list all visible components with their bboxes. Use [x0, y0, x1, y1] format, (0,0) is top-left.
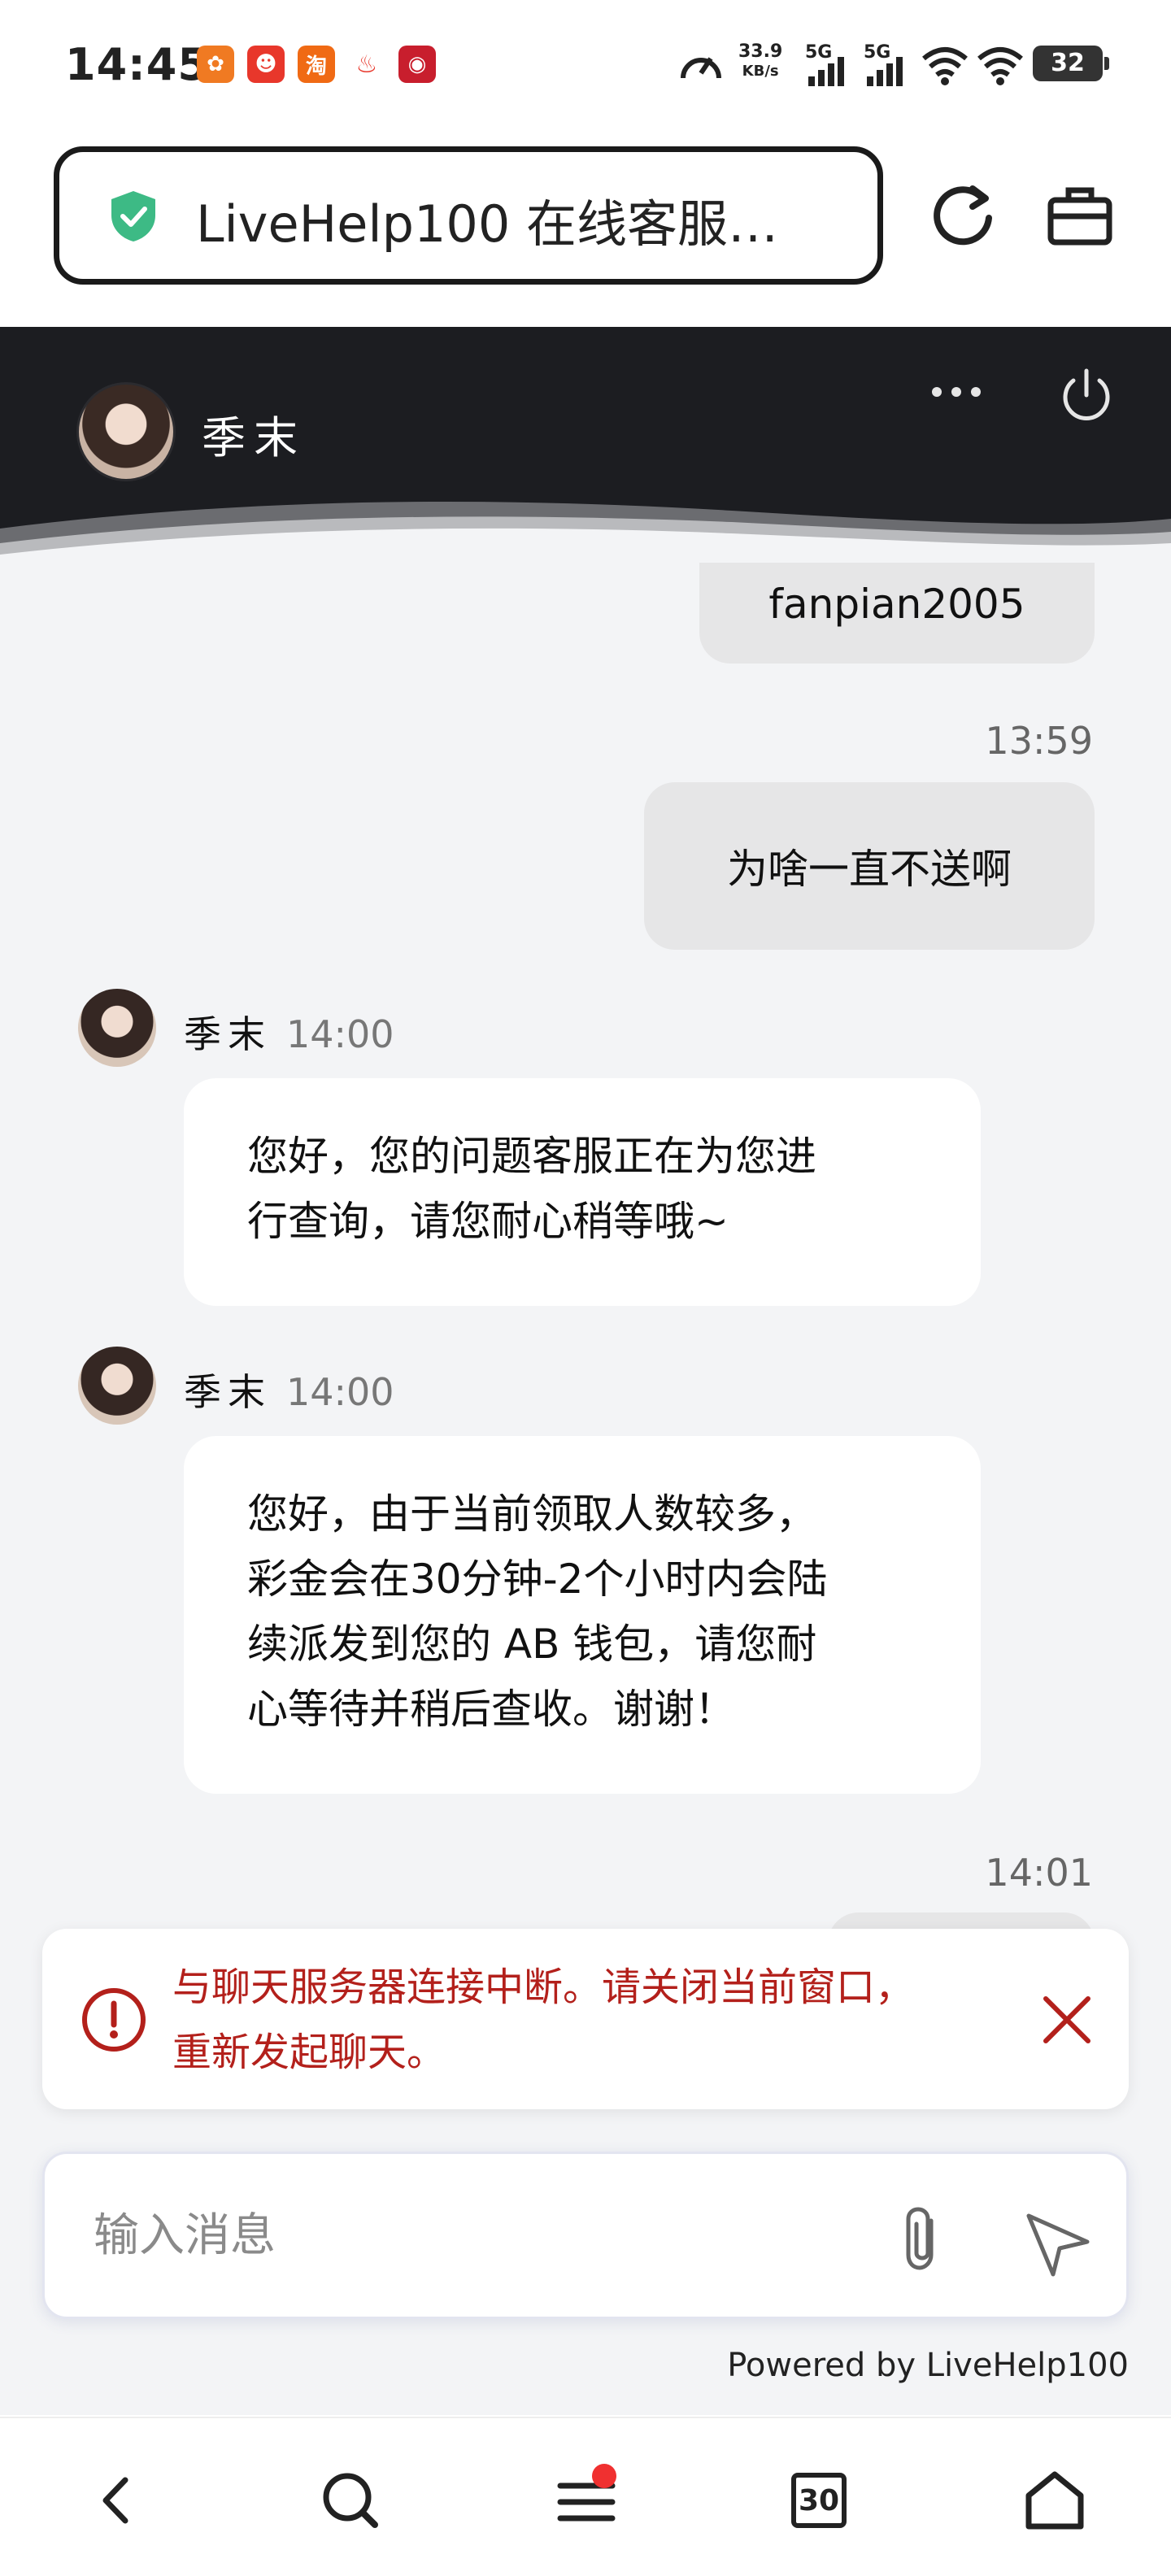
back-button[interactable] — [73, 2456, 163, 2545]
message-line: 彩金会在30分钟-2个小时内会陆 — [247, 1556, 828, 1603]
more-button[interactable] — [924, 368, 989, 416]
search-icon — [323, 2473, 378, 2528]
close-error-button[interactable] — [1034, 1987, 1099, 2052]
chat-header: 季末 — [0, 327, 1171, 563]
message-line: 您好，由于当前领取人数较多， — [247, 1490, 816, 1538]
error-message: 与聊天服务器连接中断。请关闭当前窗口， 重新发起聊天。 — [172, 1955, 986, 2085]
home-button[interactable] — [1010, 2456, 1099, 2545]
agent-avatar — [78, 989, 156, 1067]
wifi-icon — [977, 47, 1023, 85]
net-speed-value: 33.9 — [738, 41, 783, 62]
wifi-icon — [922, 47, 968, 85]
error-line: 重新发起聊天。 — [172, 2030, 446, 2075]
back-arrow-icon — [102, 2477, 128, 2524]
briefcase-icon — [1047, 187, 1112, 246]
signal-icon — [808, 50, 844, 86]
tabs-button[interactable]: 30 — [774, 2456, 864, 2545]
app-notification-icon: ♨ — [348, 46, 385, 83]
power-button[interactable] — [1054, 363, 1119, 428]
bank-notification-icon: ◉ — [398, 46, 436, 83]
message-line: 行查询，请您耐心稍等哦~ — [247, 1198, 729, 1245]
menu-button[interactable] — [542, 2456, 631, 2545]
battery-indicator: 32 — [1033, 46, 1109, 81]
message-time: 14:00 — [286, 1012, 394, 1056]
message-meta: 季末 14:00 — [184, 1363, 394, 1416]
error-icon — [82, 1988, 146, 2052]
message-time: 14:00 — [286, 1370, 394, 1414]
message-text: fanpian2005 — [768, 581, 1025, 628]
message-meta: 季末 14:00 — [184, 1005, 394, 1059]
header-wave — [0, 502, 1171, 563]
powered-by: Powered by LiveHelp100 — [727, 2347, 1129, 2384]
message-line: 心等待并稍后查收。谢谢！ — [247, 1686, 735, 1733]
message-time: 14:01 — [985, 1851, 1093, 1895]
more-dots-icon — [932, 387, 942, 397]
sender-name: 季末 — [184, 1012, 272, 1056]
message-composer — [42, 2152, 1129, 2319]
speed-gauge-icon — [681, 57, 721, 79]
notification-dot — [592, 2464, 616, 2488]
send-button[interactable] — [1021, 2206, 1094, 2279]
reload-button[interactable] — [922, 174, 1003, 255]
outgoing-message: 为啥一直不送啊 — [644, 782, 1095, 950]
incoming-message: 您好，您的问题客服正在为您进 行查询，请您耐心稍等哦~ — [184, 1078, 981, 1306]
toolbox-button[interactable] — [1039, 174, 1121, 255]
search-button[interactable] — [306, 2456, 395, 2545]
address-bar[interactable]: LiveHelp100 在线客服… — [54, 146, 883, 285]
incoming-message: 您好，由于当前领取人数较多， 彩金会在30分钟-2个小时内会陆 续派发到您的 A… — [184, 1436, 981, 1794]
home-icon — [1025, 2471, 1084, 2530]
agent-avatar — [76, 382, 176, 481]
message-line: 续派发到您的 AB 钱包，请您耐 — [247, 1621, 817, 1668]
signal-icon — [867, 50, 903, 86]
taobao-notification-icon: 淘 — [298, 46, 335, 83]
message-line: 您好，您的问题客服正在为您进 — [247, 1133, 816, 1180]
sender-name: 季末 — [184, 1370, 272, 1414]
browser-bottom-nav: 30 — [0, 2417, 1171, 2576]
status-time: 14:45 — [65, 39, 209, 90]
reload-icon — [934, 185, 992, 246]
error-line: 与聊天服务器连接中断。请关闭当前窗口， — [172, 1965, 915, 2010]
app-notification-icon: ✿ — [197, 46, 234, 83]
shield-check-icon — [111, 191, 155, 242]
connection-error-banner: 与聊天服务器连接中断。请关闭当前窗口， 重新发起聊天。 — [42, 1929, 1129, 2109]
net-speed: 33.9 KB/s — [738, 42, 782, 81]
status-bar: 14:45 ✿ ☻ 淘 ♨ ◉ 33.9 KB/s 5G 5G 32 — [0, 0, 1171, 130]
message-text: 为啥一直不送啊 — [727, 846, 1012, 893]
message-time: 13:59 — [985, 719, 1093, 763]
attach-button[interactable] — [886, 2203, 959, 2276]
tab-count: 30 — [791, 2473, 847, 2528]
agent-avatar — [78, 1347, 156, 1425]
net-speed-unit: KB/s — [742, 63, 779, 80]
page-title: LiveHelp100 在线客服… — [196, 194, 778, 254]
message-input[interactable] — [94, 2195, 825, 2276]
agent-name: 季末 — [202, 412, 306, 463]
app-notification-icon: ☻ — [247, 46, 285, 83]
